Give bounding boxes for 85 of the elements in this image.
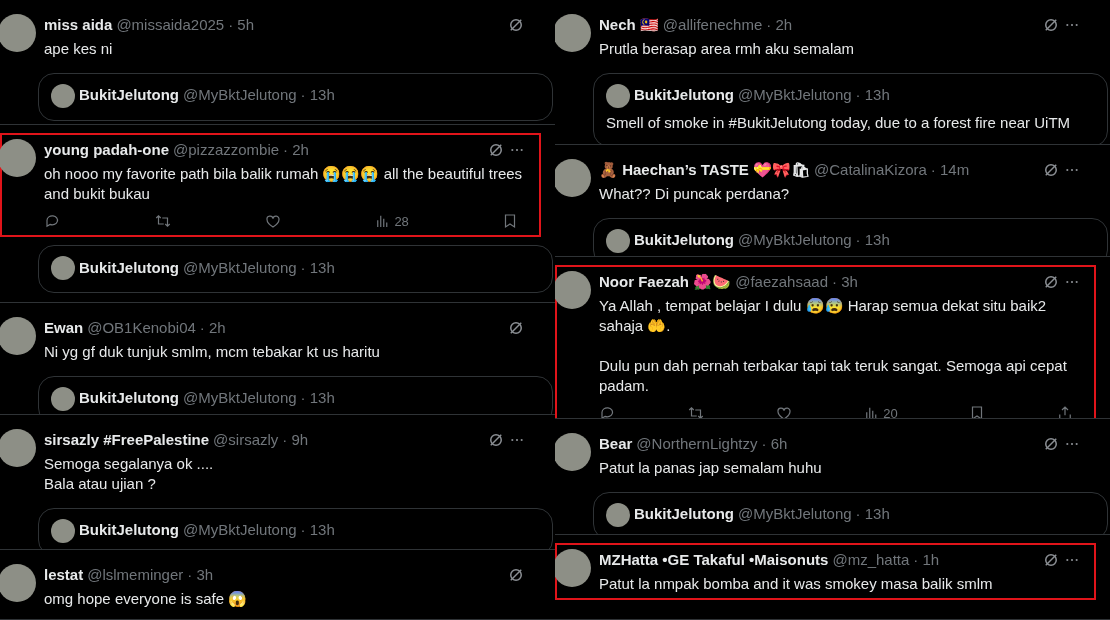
- post-text: Patut la panas jap semalam huhu: [599, 457, 823, 478]
- user-handle[interactable]: @allifenechme: [662, 14, 763, 37]
- heart-icon[interactable]: [775, 404, 794, 418]
- user-handle[interactable]: @missaida2025: [116, 14, 225, 37]
- post-time[interactable]: · 14m: [930, 159, 970, 182]
- avatar[interactable]: [0, 429, 36, 467]
- user-handle: @MyBktJelutong: [183, 85, 297, 106]
- quoted-post-card[interactable]: BukitJelutong @MyBktJelutong · 13h: [38, 245, 553, 293]
- views-button[interactable]: 28: [374, 211, 409, 231]
- avatar[interactable]: [555, 271, 591, 309]
- post-text: Ni yg gf duk tunjuk smlm, mcm tebakar kt us haritu: [44, 341, 381, 362]
- user-name: BukitJelutong: [79, 520, 179, 541]
- user-handle[interactable]: @faezahsaad: [735, 271, 828, 294]
- avatar: [51, 386, 75, 411]
- user-handle[interactable]: @CatalinaKizora: [814, 159, 927, 182]
- post-time[interactable]: · 3h: [187, 564, 214, 587]
- post-time: · 13h: [300, 388, 335, 409]
- avatar: [606, 502, 630, 527]
- post-time: · 13h: [855, 230, 890, 251]
- post-text: oh nooo my favorite path bila balik rumah 😭😭😭 all the beautiful trees and bukit bukau: [44, 163, 524, 204]
- avatar: [606, 83, 630, 108]
- user-name[interactable]: Nech 🇲🇾: [599, 14, 659, 37]
- post-time[interactable]: · 3h: [832, 271, 858, 294]
- post-text: Patut la nmpak bomba and it was smokey masa balik smlm: [599, 573, 994, 594]
- avatar: [51, 518, 75, 543]
- avatar[interactable]: [0, 139, 36, 177]
- avatar[interactable]: [555, 433, 591, 471]
- user-handle: @MyBktJelutong: [183, 257, 297, 278]
- avatar: [51, 83, 75, 108]
- user-name: BukitJelutong: [79, 257, 179, 278]
- user-name: BukitJelutong: [634, 504, 734, 525]
- user-name: BukitJelutong: [79, 85, 179, 106]
- user-handle[interactable]: @lslmeminger: [87, 564, 184, 587]
- post-time: · 13h: [855, 85, 890, 106]
- user-handle: @MyBktJelutong: [183, 520, 297, 541]
- post-text: Semoga segalanya ok .... Bala atau ujian ?: [44, 453, 215, 494]
- avatar[interactable]: [555, 549, 591, 587]
- user-handle: @MyBktJelutong: [183, 388, 297, 409]
- user-name[interactable]: sirsazly #FreePalestine: [44, 429, 210, 452]
- user-handle[interactable]: @NorthernLightzy: [636, 433, 758, 456]
- post-time: · 13h: [300, 257, 335, 278]
- post-time[interactable]: · 2h: [199, 317, 226, 340]
- post-time[interactable]: · 5h: [228, 14, 255, 37]
- user-name[interactable]: Bear: [599, 433, 633, 456]
- user-name[interactable]: young padah-one: [44, 139, 169, 162]
- avatar[interactable]: [555, 159, 591, 197]
- user-name[interactable]: Ewan: [44, 317, 84, 340]
- user-handle[interactable]: @OB1Kenobi04: [87, 317, 196, 340]
- quoted-post-card[interactable]: BukitJelutong @MyBktJelutong · 13h: [38, 72, 553, 121]
- user-handle[interactable]: @mz_hatta: [832, 549, 910, 572]
- user-name: BukitJelutong: [634, 230, 734, 251]
- quoted-text: Smell of smoke in #BukitJelutong today, due to a forest fire near UiTM: [606, 112, 1072, 133]
- avatar[interactable]: [555, 14, 591, 52]
- post-text: Ya Allah , tempat belajar I dulu 😰😰 Harap semua dekat situ baik2 sahaja 🤲. Dulu pun dah pernah terbakar tapi tak teruk sangat. Semoga api cepat padam.: [599, 295, 1068, 396]
- post-time[interactable]: · 2h: [283, 139, 309, 162]
- avatar[interactable]: [0, 564, 36, 602]
- post-time[interactable]: · 1h: [913, 549, 940, 572]
- user-handle[interactable]: @sirsazly: [213, 429, 279, 452]
- user-name[interactable]: 🧸 Haechan’s TASTE 💝🎀🛍: [599, 159, 811, 182]
- user-handle[interactable]: @pizzazzombie: [173, 139, 280, 162]
- post-time[interactable]: · 2h: [766, 14, 793, 37]
- post-text: omg hope everyone is safe 😱: [44, 588, 249, 609]
- user-name[interactable]: miss aida: [44, 14, 113, 37]
- post-text: Prutla berasap area rmh aku semalam: [599, 38, 856, 59]
- post-time: · 13h: [300, 85, 335, 106]
- post-time[interactable]: · 6h: [761, 433, 788, 456]
- post-time: · 13h: [855, 504, 890, 525]
- avatar: [51, 256, 75, 280]
- repost-icon[interactable]: [687, 404, 706, 418]
- post-time[interactable]: · 9h: [282, 429, 309, 452]
- post-text: ape kes ni: [44, 38, 114, 59]
- user-name: BukitJelutong: [79, 388, 179, 409]
- avatar: [606, 228, 630, 253]
- user-handle: @MyBktJelutong: [738, 230, 852, 251]
- post-time: · 13h: [300, 520, 335, 541]
- avatar[interactable]: [0, 14, 36, 52]
- avatar[interactable]: [0, 317, 36, 355]
- user-name: BukitJelutong: [634, 85, 734, 106]
- user-name[interactable]: MZHatta •GE Takaful •Maisonuts: [599, 549, 829, 572]
- user-handle: @MyBktJelutong: [738, 85, 852, 106]
- user-handle: @MyBktJelutong: [738, 504, 852, 525]
- user-name[interactable]: Noor Faezah 🌺🍉: [599, 271, 732, 294]
- post-text: What?? Di puncak perdana?: [599, 183, 791, 204]
- user-name[interactable]: lestat: [44, 564, 84, 587]
- views-button[interactable]: 20: [863, 403, 898, 418]
